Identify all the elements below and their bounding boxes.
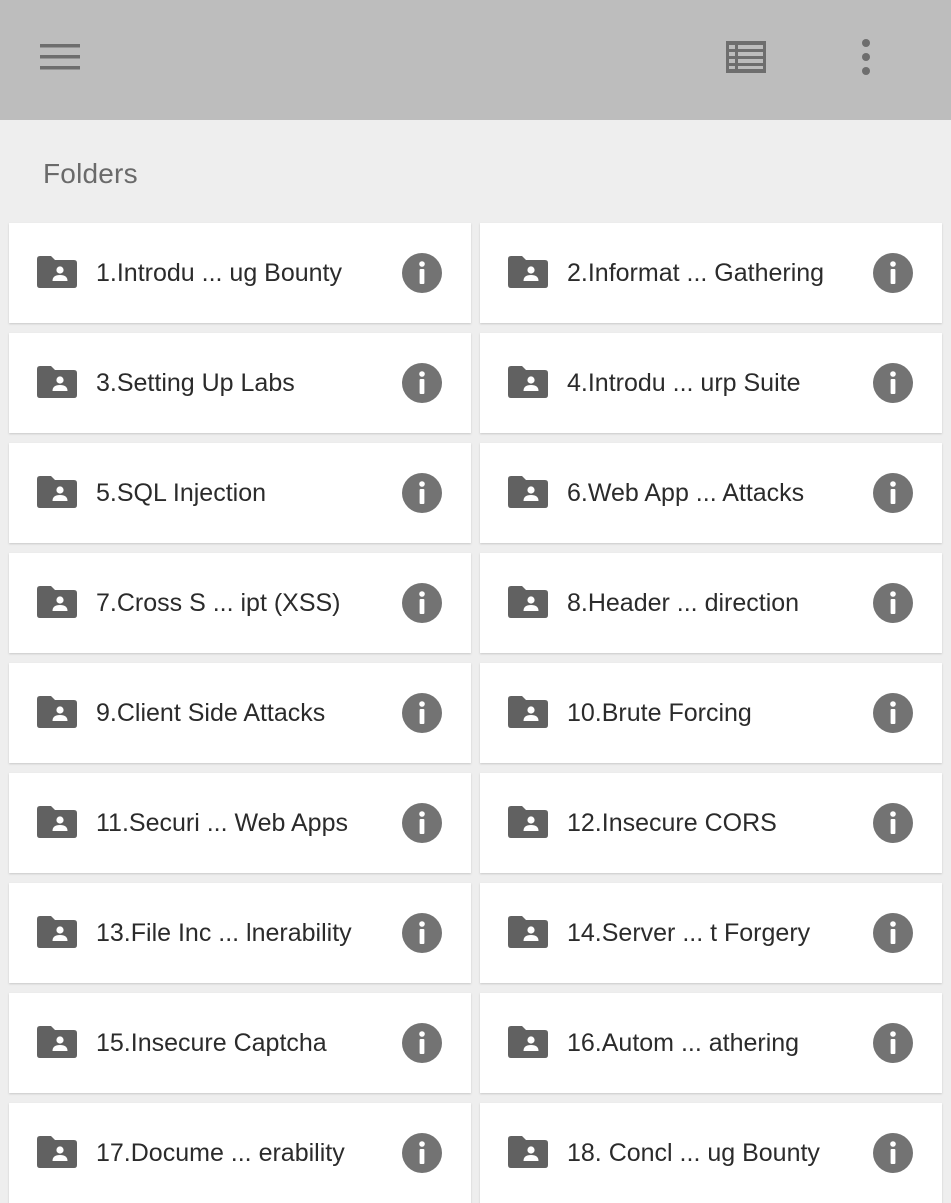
- info-icon[interactable]: [872, 362, 914, 404]
- folder-card[interactable]: 7.Cross S ... ipt (XSS): [9, 553, 471, 653]
- folder-card[interactable]: 2.Informat ... Gathering: [480, 223, 942, 323]
- folder-name: 6.Web App ... Attacks: [567, 479, 805, 507]
- folder-card[interactable]: 3.Setting Up Labs: [9, 333, 471, 433]
- folder-card[interactable]: 12.Insecure CORS: [480, 773, 942, 873]
- folder-name: 14.Server ... t Forgery: [567, 919, 811, 947]
- shared-folder-icon: [37, 916, 77, 948]
- folder-card[interactable]: 15.Insecure Captcha: [9, 993, 471, 1093]
- folder-name: 18. Concl ... ug Bounty: [567, 1139, 820, 1167]
- shared-folder-icon: [37, 256, 77, 288]
- folder-card[interactable]: 16.Autom ... athering: [480, 993, 942, 1093]
- shared-folder-icon: [508, 696, 548, 728]
- shared-folder-icon: [37, 1136, 77, 1168]
- folder-card[interactable]: 14.Server ... t Forgery: [480, 883, 942, 983]
- info-icon[interactable]: [872, 1132, 914, 1174]
- shared-folder-icon: [508, 806, 548, 838]
- folder-card[interactable]: 17.Docume ... erability: [9, 1103, 471, 1203]
- info-icon[interactable]: [401, 692, 443, 734]
- info-icon[interactable]: [872, 472, 914, 514]
- folder-name: 2.Informat ... Gathering: [567, 259, 825, 287]
- info-icon[interactable]: [872, 692, 914, 734]
- folder-name: 1.Introdu ... ug Bounty: [96, 259, 342, 287]
- shared-folder-icon: [37, 696, 77, 728]
- info-icon[interactable]: [401, 362, 443, 404]
- shared-folder-icon: [508, 1026, 548, 1058]
- info-icon[interactable]: [872, 802, 914, 844]
- shared-folder-icon: [37, 806, 77, 838]
- folder-card[interactable]: 1.Introdu ... ug Bounty: [9, 223, 471, 323]
- folder-name: 10.Brute Forcing: [567, 699, 752, 727]
- info-icon[interactable]: [872, 582, 914, 624]
- shared-folder-icon: [508, 256, 548, 288]
- info-icon[interactable]: [872, 1022, 914, 1064]
- shared-folder-icon: [37, 366, 77, 398]
- shared-folder-icon: [37, 586, 77, 618]
- folder-card[interactable]: 4.Introdu ... urp Suite: [480, 333, 942, 433]
- shared-folder-icon: [508, 366, 548, 398]
- info-icon[interactable]: [872, 912, 914, 954]
- shared-folder-icon: [508, 916, 548, 948]
- folder-card[interactable]: 9.Client Side Attacks: [9, 663, 471, 763]
- info-icon[interactable]: [401, 912, 443, 954]
- info-icon[interactable]: [401, 472, 443, 514]
- folder-name: 7.Cross S ... ipt (XSS): [96, 589, 341, 617]
- folder-name: 16.Autom ... athering: [567, 1029, 800, 1057]
- folder-name: 9.Client Side Attacks: [96, 699, 326, 727]
- folder-card[interactable]: 6.Web App ... Attacks: [480, 443, 942, 543]
- shared-folder-icon: [508, 586, 548, 618]
- info-icon[interactable]: [872, 252, 914, 294]
- info-icon[interactable]: [401, 252, 443, 294]
- info-icon[interactable]: [401, 1132, 443, 1174]
- shared-folder-icon: [37, 1026, 77, 1058]
- folder-name: 12.Insecure CORS: [567, 809, 777, 837]
- folder-card[interactable]: 10.Brute Forcing: [480, 663, 942, 763]
- folder-card[interactable]: 11.Securi ... Web Apps: [9, 773, 471, 873]
- shared-folder-icon: [508, 1136, 548, 1168]
- info-icon[interactable]: [401, 582, 443, 624]
- folder-name: 8.Header ... direction: [567, 589, 800, 617]
- folder-card[interactable]: 8.Header ... direction: [480, 553, 942, 653]
- folder-name: 17.Docume ... erability: [96, 1139, 345, 1167]
- folder-card[interactable]: 18. Concl ... ug Bounty: [480, 1103, 942, 1203]
- folder-name: 3.Setting Up Labs: [96, 369, 295, 397]
- folder-name: 11.Securi ... Web Apps: [96, 809, 348, 837]
- folder-card[interactable]: 5.SQL Injection: [9, 443, 471, 543]
- shared-folder-icon: [508, 476, 548, 508]
- info-icon[interactable]: [401, 802, 443, 844]
- folder-name: 15.Insecure Captcha: [96, 1029, 327, 1057]
- folder-name: 4.Introdu ... urp Suite: [567, 369, 801, 397]
- shared-folder-icon: [37, 476, 77, 508]
- folder-name: 5.SQL Injection: [96, 479, 267, 507]
- info-icon[interactable]: [401, 1022, 443, 1064]
- folder-grid: 1.Introdu ... ug Bounty 2.Informat ... G…: [0, 0, 951, 1203]
- folder-card[interactable]: 13.File Inc ... lnerability: [9, 883, 471, 983]
- folder-name: 13.File Inc ... lnerability: [96, 919, 352, 947]
